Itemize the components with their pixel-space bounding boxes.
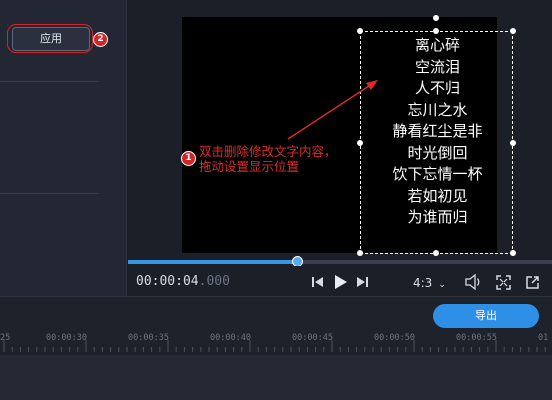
popout-icon[interactable] (525, 275, 540, 290)
aspect-ratio-select[interactable]: 4:3 ⌄ (413, 276, 446, 290)
aspect-ratio-value: 4:3 (413, 276, 433, 290)
timeline-track[interactable] (0, 355, 552, 400)
volume-icon[interactable] (465, 274, 483, 290)
annotation-text: 双击删除修改文字内容， 拖动设置显示位置 (199, 144, 359, 174)
annotation-line: 双击删除修改文字内容， (199, 144, 337, 159)
seek-bar[interactable] (128, 260, 552, 264)
step-1-badge: 1 (181, 151, 196, 166)
timecode-main: 00:00:04 (136, 274, 199, 289)
annotation-line: 拖动设置显示位置 (199, 159, 300, 174)
timeline-ruler[interactable] (0, 332, 552, 354)
skip-back-icon[interactable] (312, 276, 324, 288)
fullscreen-icon[interactable] (496, 275, 511, 290)
timecode-ms: .000 (198, 274, 230, 289)
skip-forward-icon[interactable] (356, 276, 368, 288)
chevron-down-icon: ⌄ (438, 280, 446, 290)
play-icon[interactable] (334, 274, 348, 290)
seek-progress (128, 260, 298, 264)
timecode: 00:00:04.000 (136, 274, 230, 289)
export-button[interactable]: 导出 (433, 304, 539, 328)
